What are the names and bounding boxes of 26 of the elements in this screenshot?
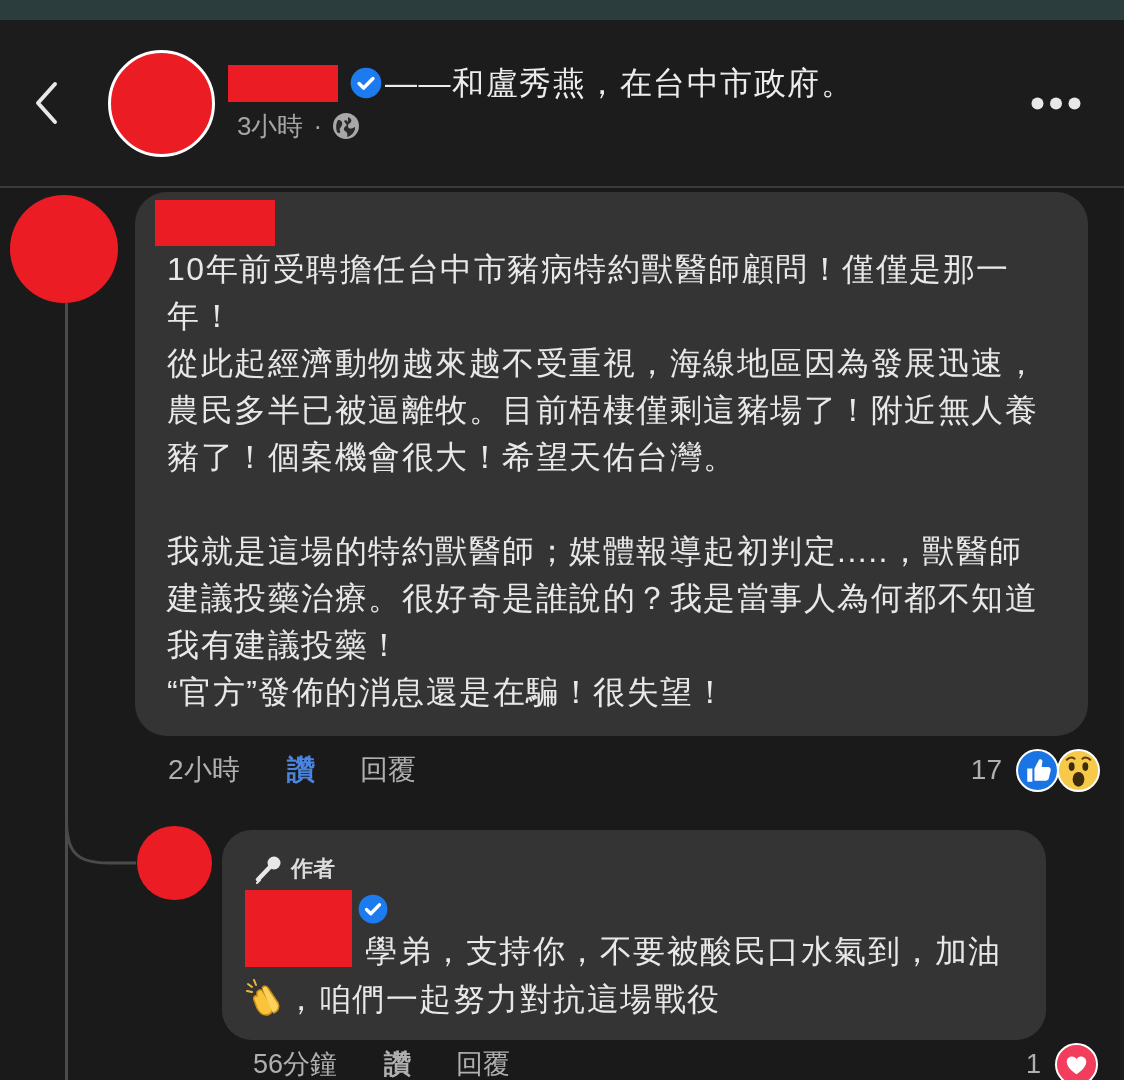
globe-icon (332, 112, 361, 140)
more-options-icon (1031, 96, 1081, 110)
microphone-icon (253, 854, 283, 884)
comment-text: “官方”發佈的消息還是在騙！很失望！ (167, 673, 729, 712)
reply-text: ，咱們一起努力對抗這場戰役 (285, 981, 721, 1017)
back-icon (33, 80, 59, 126)
reply-button[interactable]: 回覆 (456, 1050, 511, 1078)
reply-button[interactable]: 回覆 (359, 756, 416, 784)
heart-icon (1055, 1042, 1098, 1080)
timestamp: 56分鐘 (253, 1050, 338, 1078)
post-title: ——和盧秀燕，在台中市政府。 (385, 64, 854, 103)
comment-text: 10年前受聘擔任台中市豬病特約獸醫師顧問！僅僅是那一年！ (167, 250, 1011, 336)
like-button[interactable]: 讚 (286, 756, 315, 784)
timestamp: 3小時 (237, 113, 304, 139)
like-button[interactable]: 讚 (384, 1050, 412, 1078)
thumbs-up-icon (1016, 748, 1059, 792)
reaction-count: 1 (1025, 1050, 1041, 1078)
surprised-face-icon (1057, 748, 1100, 792)
reaction-count: 17 (970, 756, 1002, 784)
thread-connector (65, 820, 136, 865)
reply-text: 學弟，支持你，不要被酸民口水氣到，加油 (365, 933, 1002, 969)
author-label: 作者 (291, 858, 335, 880)
comment-text: 我就是這場的特約獸醫師；媒體報導起初判定.....，獸醫師建議投藥治療。很好奇是誰說的？我是當事人為何都不知道我有建議投藥！ (167, 532, 1039, 665)
comment-text: 從此起經濟動物越來越不受重視，海線地區因為發展迅速，農民多半已被逼離牧。目前梧棲僅剩這豬場了！附近無人養豬了！個案機會很大！希望天佑台灣。 (167, 344, 1039, 477)
dot-separator: · (313, 113, 323, 139)
timestamp: 2小時 (168, 756, 240, 784)
